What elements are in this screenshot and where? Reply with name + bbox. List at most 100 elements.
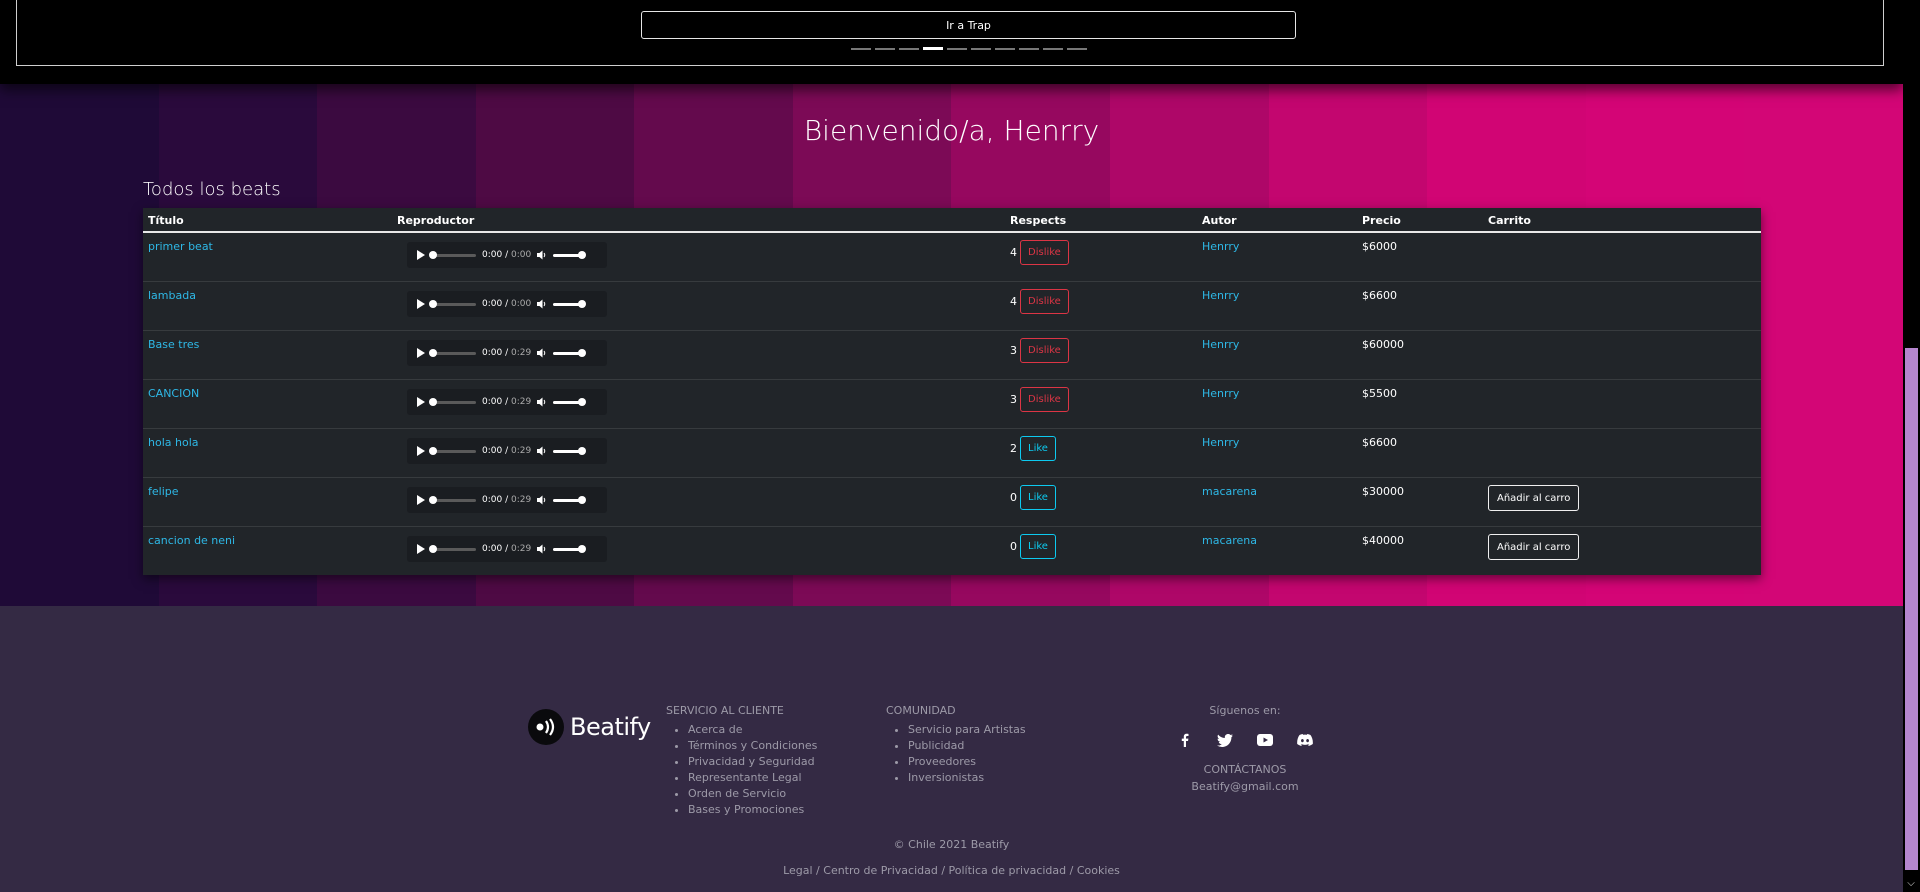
brand-logo[interactable]: Beatify — [528, 709, 651, 745]
duration: 0:00 — [510, 299, 532, 309]
table-row: hola hola 0:00 / 0:29 2 Like Henrry $6600 — [143, 428, 1761, 478]
footer-link[interactable]: Acerca de — [688, 722, 817, 738]
volume-slider[interactable] — [553, 544, 587, 553]
footer: Beatify SERVICIO AL CLIENTE Acerca deTér… — [0, 606, 1903, 892]
add-to-cart-button[interactable]: Añadir al carro — [1488, 534, 1580, 560]
play-icon[interactable] — [417, 250, 425, 260]
play-icon[interactable] — [417, 495, 425, 505]
like-button[interactable]: Like — [1020, 436, 1056, 461]
dislike-button[interactable]: Dislike — [1020, 289, 1069, 314]
footer-link[interactable]: Servicio para Artistas — [908, 722, 1026, 738]
add-to-cart-button[interactable]: Añadir al carro — [1488, 485, 1580, 511]
page-scrollbar[interactable]: ⌵ — [1903, 0, 1920, 892]
beats-table: Título Reproductor Respects Autor Precio… — [143, 208, 1761, 575]
carousel-indicator[interactable] — [875, 48, 895, 50]
carousel-indicator[interactable] — [1067, 48, 1087, 50]
volume-slider[interactable] — [553, 495, 587, 504]
progress-slider[interactable] — [429, 250, 476, 259]
time-display: 0:00 / 0:29 — [482, 348, 532, 358]
current-time: 0:00 — [482, 495, 503, 505]
volume-icon[interactable] — [537, 250, 547, 260]
author-link[interactable]: Henrry — [1202, 240, 1239, 253]
discord-icon[interactable] — [1296, 731, 1314, 749]
footer-link[interactable]: Bases y Promociones — [688, 802, 817, 818]
author-link[interactable]: macarena — [1202, 534, 1257, 547]
current-time: 0:00 — [482, 250, 503, 260]
progress-slider[interactable] — [429, 348, 476, 357]
beat-title-link[interactable]: felipe — [148, 485, 179, 498]
like-button[interactable]: Like — [1020, 534, 1056, 559]
progress-slider[interactable] — [429, 446, 476, 455]
play-icon[interactable] — [417, 446, 425, 456]
progress-slider[interactable] — [429, 544, 476, 553]
beat-title-link[interactable]: hola hola — [148, 436, 199, 449]
duration: 0:29 — [510, 348, 532, 358]
volume-icon[interactable] — [537, 397, 547, 407]
volume-slider[interactable] — [553, 446, 587, 455]
twitter-icon[interactable] — [1216, 731, 1234, 749]
carousel-section: Ir a Trap — [0, 0, 1903, 84]
volume-icon[interactable] — [537, 544, 547, 554]
progress-slider[interactable] — [429, 299, 476, 308]
progress-slider[interactable] — [429, 495, 476, 504]
volume-icon[interactable] — [537, 495, 547, 505]
volume-slider[interactable] — [553, 299, 587, 308]
footer-link[interactable]: Inversionistas — [908, 770, 1026, 786]
author-link[interactable]: macarena — [1202, 485, 1257, 498]
table-row: felipe 0:00 / 0:29 0 Like macarena $30000 Añad… — [143, 477, 1761, 527]
scroll-down-arrow-icon[interactable]: ⌵ — [1906, 879, 1916, 889]
contact-email[interactable]: Beatify@gmail.com — [1165, 780, 1325, 793]
author-link[interactable]: Henrry — [1202, 338, 1239, 351]
dislike-button[interactable]: Dislike — [1020, 387, 1069, 412]
carousel-indicator[interactable] — [995, 48, 1015, 50]
progress-slider[interactable] — [429, 397, 476, 406]
author-link[interactable]: Henrry — [1202, 289, 1239, 302]
footer-link[interactable]: Orden de Servicio — [688, 786, 817, 802]
volume-slider[interactable] — [553, 348, 587, 357]
volume-icon[interactable] — [537, 446, 547, 456]
current-time: 0:00 — [482, 397, 503, 407]
author-link[interactable]: Henrry — [1202, 436, 1239, 449]
footer-link[interactable]: Proveedores — [908, 754, 1026, 770]
footer-link[interactable]: Términos y Condiciones — [688, 738, 817, 754]
youtube-icon[interactable] — [1256, 731, 1274, 749]
play-icon[interactable] — [417, 299, 425, 309]
volume-icon[interactable] — [537, 348, 547, 358]
cart-cell — [1483, 281, 1761, 331]
carousel-indicator[interactable] — [1019, 48, 1039, 50]
carousel-indicator[interactable] — [899, 48, 919, 50]
play-icon[interactable] — [417, 348, 425, 358]
brand-name: Beatify — [570, 713, 651, 741]
carousel-indicator[interactable] — [947, 48, 967, 50]
carousel-indicator[interactable] — [971, 48, 991, 50]
footer-link[interactable]: Publicidad — [908, 738, 1026, 754]
beat-title-link[interactable]: primer beat — [148, 240, 213, 253]
time-display: 0:00 / 0:29 — [482, 446, 532, 456]
facebook-icon[interactable] — [1176, 731, 1194, 749]
footer-link[interactable]: Privacidad y Seguridad — [688, 754, 817, 770]
volume-icon[interactable] — [537, 299, 547, 309]
like-button[interactable]: Like — [1020, 485, 1056, 510]
go-to-genre-button[interactable]: Ir a Trap — [641, 11, 1296, 39]
author-link[interactable]: Henrry — [1202, 387, 1239, 400]
play-icon[interactable] — [417, 544, 425, 554]
carousel-indicator[interactable] — [1043, 48, 1063, 50]
player-cell: 0:00 / 0:29 — [392, 330, 1005, 380]
dislike-button[interactable]: Dislike — [1020, 338, 1069, 363]
beat-title-link[interactable]: cancion de neni — [148, 534, 235, 547]
author-cell: Henrry — [1197, 330, 1357, 380]
carousel-indicator[interactable] — [923, 47, 943, 50]
scrollbar-thumb[interactable] — [1905, 348, 1918, 870]
volume-slider[interactable] — [553, 250, 587, 259]
volume-slider[interactable] — [553, 397, 587, 406]
beat-title-link[interactable]: lambada — [148, 289, 196, 302]
beat-title-link[interactable]: CANCION — [148, 387, 199, 400]
header-respects: Respects — [1005, 208, 1197, 233]
legal-links[interactable]: Legal / Centro de Privacidad / Política … — [0, 864, 1903, 877]
beat-title-link[interactable]: Base tres — [148, 338, 199, 351]
respects-cell: 2 Like — [1005, 428, 1197, 478]
play-icon[interactable] — [417, 397, 425, 407]
footer-link[interactable]: Representante Legal — [688, 770, 817, 786]
carousel-indicator[interactable] — [851, 48, 871, 50]
dislike-button[interactable]: Dislike — [1020, 240, 1069, 265]
